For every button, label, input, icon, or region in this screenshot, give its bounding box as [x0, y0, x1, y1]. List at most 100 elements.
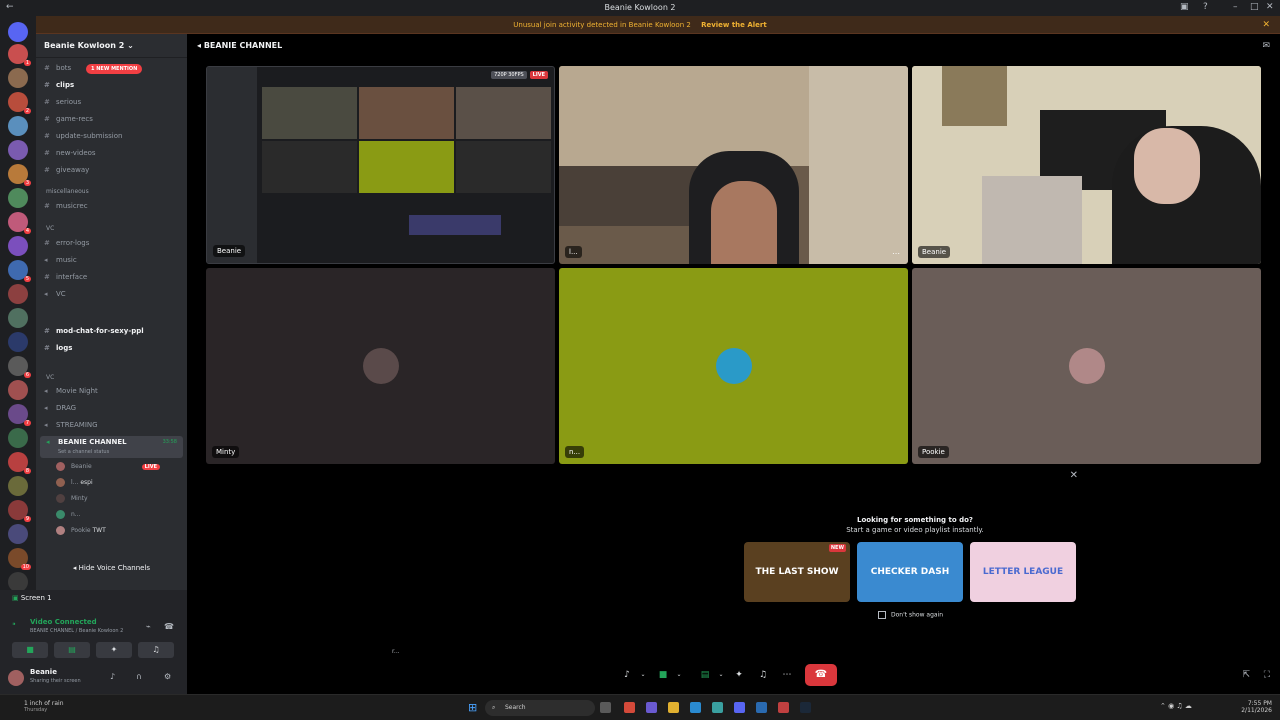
more-button[interactable]: ⋯: [777, 666, 797, 684]
server-icon[interactable]: [8, 308, 28, 328]
noise-suppression-icon[interactable]: ⌁: [146, 622, 151, 631]
mic-options-icon[interactable]: ⌄: [633, 666, 653, 684]
discord-icon[interactable]: [734, 702, 745, 713]
channel-item[interactable]: ◂ VC: [44, 290, 66, 298]
activities-button[interactable]: ✦: [96, 642, 132, 658]
server-icon[interactable]: [8, 68, 28, 88]
channel-item[interactable]: # serious: [44, 98, 81, 106]
server-icon[interactable]: [8, 380, 28, 400]
steam-icon[interactable]: [800, 702, 811, 713]
channel-item[interactable]: # clips: [44, 81, 74, 89]
channel-item[interactable]: # new-videos: [44, 149, 96, 157]
server-icon[interactable]: 4: [8, 212, 31, 234]
server-icon[interactable]: [8, 188, 28, 208]
voice-member[interactable]: Pookie TWT: [56, 526, 106, 535]
voice-channel[interactable]: ◂ Movie Night: [44, 387, 98, 395]
app-icon[interactable]: [646, 702, 657, 713]
server-icon[interactable]: [8, 476, 28, 496]
channel-item[interactable]: # game-recs: [44, 115, 93, 123]
category-vc[interactable]: VC: [46, 225, 54, 232]
windows-start-icon[interactable]: ⊞: [468, 701, 477, 714]
voice-member[interactable]: Beanie LIVE: [56, 462, 160, 471]
app-icon[interactable]: [690, 702, 701, 713]
system-tray-icons[interactable]: ⌃ ◉ ♫ ☁: [1160, 702, 1192, 710]
server-icon[interactable]: [8, 524, 28, 544]
video-tile[interactable]: Pookie: [912, 268, 1261, 464]
leave-call-button[interactable]: ☎: [805, 664, 837, 686]
guild-header[interactable]: Beanie Kowloon 2 ⌄: [36, 34, 187, 58]
weather-widget[interactable]: 1 inch of rain Thursday: [24, 700, 64, 713]
server-icon[interactable]: 3: [8, 164, 31, 186]
game-card[interactable]: CHECKER DASH: [857, 542, 963, 602]
headset-icon[interactable]: ∩: [136, 672, 142, 681]
more-options-icon[interactable]: ⋯: [892, 249, 900, 258]
camera-button[interactable]: ■: [12, 642, 48, 658]
close-icon[interactable]: ✕: [1266, 2, 1274, 12]
server-icon[interactable]: 10: [8, 548, 31, 570]
server-icon[interactable]: 1: [8, 44, 31, 66]
home-icon[interactable]: [8, 22, 28, 42]
disconnect-icon[interactable]: ☎: [164, 622, 174, 631]
review-alert-link[interactable]: Review the Alert: [701, 21, 767, 29]
hide-voice-channels-button[interactable]: ◂ Hide Voice Channels: [36, 564, 187, 572]
dont-show-again-checkbox[interactable]: Don't show again: [878, 611, 943, 619]
game-card[interactable]: LETTER LEAGUE: [970, 542, 1076, 602]
app-icon[interactable]: [624, 702, 635, 713]
server-icon[interactable]: 8: [8, 452, 31, 474]
soundboard-button[interactable]: ♫: [138, 642, 174, 658]
server-icon[interactable]: 7: [8, 404, 31, 426]
channel-item[interactable]: # error-logs: [44, 239, 89, 247]
server-icon[interactable]: [8, 332, 28, 352]
video-tile[interactable]: Beanie: [912, 66, 1261, 264]
settings-gear-icon[interactable]: ⚙: [164, 672, 171, 681]
video-tile[interactable]: l... ⋯: [559, 66, 908, 264]
fullscreen-icon[interactable]: ⛶: [1264, 670, 1270, 680]
game-card[interactable]: THE LAST SHOW NEW: [744, 542, 850, 602]
server-icon[interactable]: [8, 116, 28, 136]
channel-item[interactable]: # musicrec: [44, 202, 88, 210]
close-icon[interactable]: ✕: [1070, 470, 1078, 481]
voice-member[interactable]: n...: [56, 510, 81, 519]
voice-member[interactable]: Minty: [56, 494, 88, 503]
server-icon[interactable]: 6: [8, 356, 31, 378]
inbox-icon[interactable]: ▣: [1180, 2, 1189, 12]
server-icon[interactable]: [8, 236, 28, 256]
channel-item[interactable]: # interface: [44, 273, 87, 281]
screen-share-button[interactable]: ▤: [54, 642, 90, 658]
server-icon[interactable]: 2: [8, 92, 31, 114]
server-icon[interactable]: [8, 428, 28, 448]
channel-item[interactable]: # update-submission: [44, 132, 122, 140]
channel-item[interactable]: # bots: [44, 64, 71, 72]
video-tile-screenshare[interactable]: 720P 30FPS LIVE Beanie: [206, 66, 555, 264]
minimize-icon[interactable]: –: [1233, 2, 1238, 12]
server-icon[interactable]: 9: [8, 500, 31, 522]
channel-item[interactable]: ◂ music: [44, 256, 77, 264]
activities-button[interactable]: ✦: [729, 666, 749, 684]
folder-icon[interactable]: [668, 702, 679, 713]
screen-options-icon[interactable]: ⌄: [711, 666, 731, 684]
screen-share-row[interactable]: ▣ Screen 1: [12, 594, 52, 602]
server-icon[interactable]: 5: [8, 260, 31, 282]
channel-item[interactable]: # logs: [44, 344, 72, 352]
search-box[interactable]: ⌕ Search: [485, 700, 595, 716]
category-misc[interactable]: miscellaneous: [46, 188, 89, 195]
channel-status[interactable]: Set a channel status: [58, 449, 109, 455]
voice-channel[interactable]: ◂ STREAMING: [44, 421, 98, 429]
add-server-icon[interactable]: [8, 572, 28, 592]
popout-icon[interactable]: ⇱: [1242, 670, 1250, 680]
maximize-icon[interactable]: □: [1250, 2, 1259, 12]
active-voice-channel[interactable]: ◂ BEANIE CHANNEL 33:58 Set a channel sta…: [40, 436, 183, 458]
soundboard-button[interactable]: ♫: [753, 666, 773, 684]
chat-icon[interactable]: ✉: [1262, 41, 1270, 51]
voice-member[interactable]: l... espi: [56, 478, 93, 487]
app-icon[interactable]: [712, 702, 723, 713]
camera-options-icon[interactable]: ⌄: [669, 666, 689, 684]
mention-badge[interactable]: 1 NEW MENTION: [86, 64, 143, 74]
clock[interactable]: 7:55 PM 2/11/2026: [1241, 700, 1272, 714]
task-view-icon[interactable]: [600, 702, 611, 713]
channel-path[interactable]: BEANIE CHANNEL / Beanie Kowloon 2: [30, 628, 123, 634]
signal-icon[interactable]: ⁍: [12, 620, 16, 629]
server-icon[interactable]: [8, 140, 28, 160]
app-icon[interactable]: [756, 702, 767, 713]
help-icon[interactable]: ?: [1203, 2, 1208, 12]
